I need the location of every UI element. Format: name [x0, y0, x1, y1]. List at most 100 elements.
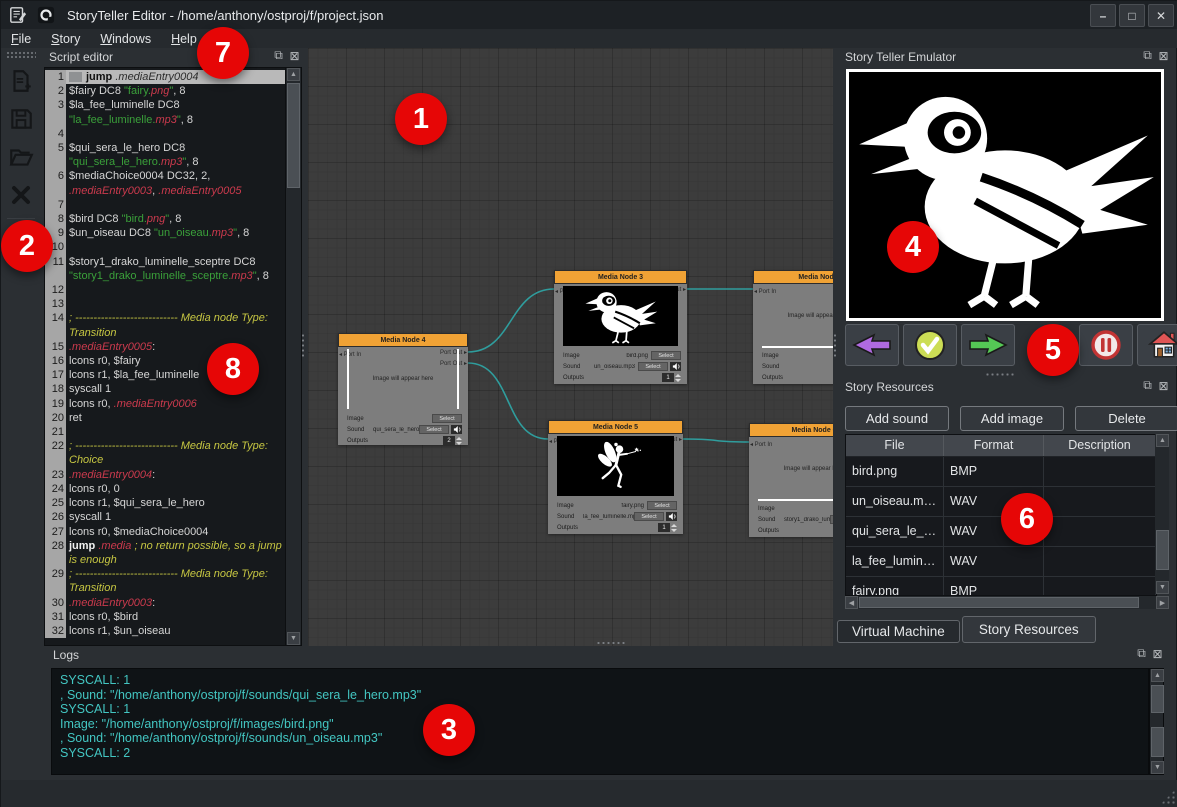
scroll-up-icon[interactable]: ▲	[1156, 434, 1169, 447]
close-panel-icon[interactable]: ⊠	[1158, 49, 1171, 62]
code-line[interactable]: 11$story1_drako_luminelle_sceptre DC8 "s…	[45, 255, 285, 283]
maximize-button[interactable]: □	[1119, 4, 1145, 27]
code-line[interactable]: 30.mediaEntry0003:	[45, 596, 285, 610]
column-header[interactable]: Format	[944, 435, 1044, 456]
table-vertical-scrollbar[interactable]: ▲ ▼	[1155, 434, 1169, 594]
outputs-stepper[interactable]: 2	[443, 436, 462, 446]
media-node[interactable]: Media Node◂ Port InImage will appear her…	[753, 270, 833, 384]
close-panel-icon[interactable]: ⊠	[1158, 379, 1171, 392]
code-line[interactable]: 20ret	[45, 411, 285, 425]
code-line[interactable]: 13	[45, 297, 285, 311]
float-panel-icon[interactable]: ⧉	[1136, 647, 1149, 660]
outputs-stepper[interactable]: 1	[662, 373, 681, 383]
scroll-up-icon[interactable]: ▲	[1151, 669, 1164, 682]
stepper-down-icon[interactable]	[671, 529, 677, 532]
menu-windows[interactable]: Windows	[90, 31, 161, 47]
code-line[interactable]: 26syscall 1	[45, 510, 285, 524]
code-line[interactable]: 23.mediaEntry0004:	[45, 468, 285, 482]
toolbar-drag-handle[interactable]	[6, 51, 36, 58]
scrollbar-thumb[interactable]	[1151, 685, 1164, 713]
float-panel-icon[interactable]: ⧉	[1142, 379, 1155, 392]
back-button[interactable]	[845, 324, 899, 366]
code-editor[interactable]: 1jump .mediaEntry00042$fairy DC8 "fairy.…	[44, 67, 302, 646]
scrollbar-thumb[interactable]	[859, 597, 1139, 608]
code-line[interactable]: 10	[45, 240, 285, 254]
speaker-icon[interactable]	[451, 425, 462, 434]
scroll-down-icon[interactable]: ▼	[1151, 761, 1164, 774]
next-button[interactable]	[961, 324, 1015, 366]
stepper-down-icon[interactable]	[456, 442, 462, 445]
close-project-button[interactable]	[6, 180, 36, 210]
add-image-button[interactable]: Add image	[960, 406, 1064, 431]
column-header[interactable]: File	[846, 435, 944, 456]
code-line[interactable]: 22; ---------------------------- Media n…	[45, 439, 285, 467]
code-line[interactable]: 12	[45, 283, 285, 297]
select-button[interactable]: Select	[651, 351, 681, 360]
stepper-arrows[interactable]	[671, 523, 677, 533]
splitter-dots[interactable]	[833, 333, 837, 359]
float-panel-icon[interactable]: ⧉	[1142, 49, 1155, 62]
code-line[interactable]: 1jump .mediaEntry0004	[45, 70, 285, 84]
save-button[interactable]	[6, 104, 36, 134]
pause-button[interactable]	[1079, 324, 1133, 366]
stepper-up-icon[interactable]	[671, 524, 677, 527]
code-line[interactable]: 29; ---------------------------- Media n…	[45, 567, 285, 595]
select-button[interactable]: Select	[432, 414, 462, 423]
stepper-arrows[interactable]	[456, 436, 462, 446]
code-line[interactable]: 9$un_oiseau DC8 "un_oiseau.mp3", 8	[45, 226, 285, 240]
scrollbar-thumb[interactable]	[1151, 727, 1164, 757]
float-panel-icon[interactable]: ⧉	[273, 49, 286, 62]
stepper-up-icon[interactable]	[675, 374, 681, 377]
scroll-right-icon[interactable]: ▶	[1156, 596, 1169, 609]
menu-file[interactable]: File	[1, 31, 41, 47]
code-line[interactable]: 4	[45, 127, 285, 141]
minimize-button[interactable]: –	[1090, 4, 1116, 27]
close-button[interactable]: ✕	[1148, 4, 1174, 27]
scroll-left-icon[interactable]: ◀	[845, 596, 858, 609]
open-button[interactable]	[6, 142, 36, 172]
splitter-dots[interactable]	[985, 372, 1015, 377]
code-line[interactable]: 19lcons r0, .mediaEntry0006	[45, 397, 285, 411]
scrollbar-thumb[interactable]	[287, 83, 300, 188]
stepper-arrows[interactable]	[675, 373, 681, 383]
media-node[interactable]: Media Node 5◂ Port InPort Out ▸Imagefair…	[548, 420, 683, 534]
tab-virtual-machine[interactable]: Virtual Machine	[837, 620, 960, 643]
delete-button[interactable]: Delete	[1075, 406, 1177, 431]
speaker-icon[interactable]	[666, 512, 677, 521]
resize-grip[interactable]	[1161, 790, 1175, 804]
close-panel-icon[interactable]: ⊠	[289, 49, 302, 62]
code-line[interactable]: 8$bird DC8 "bird.png", 8	[45, 212, 285, 226]
select-button[interactable]: Select	[638, 362, 668, 371]
code-line[interactable]: 21	[45, 425, 285, 439]
media-node[interactable]: Media Node 4◂ Port InPort Out ▸Port Out …	[338, 333, 468, 445]
code-line[interactable]: 6$mediaChoice0004 DC32, 2, .mediaEntry00…	[45, 169, 285, 197]
table-horizontal-scrollbar[interactable]: ◀ ▶	[845, 596, 1169, 609]
code-line[interactable]: 14; ---------------------------- Media n…	[45, 311, 285, 339]
table-row[interactable]: fairy.pngBMP	[846, 577, 1156, 596]
close-panel-icon[interactable]: ⊠	[1152, 647, 1165, 660]
code-line[interactable]: 32lcons r1, $un_oiseau	[45, 624, 285, 638]
scroll-down-icon[interactable]: ▼	[1156, 581, 1169, 594]
select-button[interactable]: Select	[647, 501, 677, 510]
logs-scrollbar[interactable]: ▲ ▼	[1149, 668, 1164, 775]
code-line[interactable]: 2$fairy DC8 "fairy.png", 8	[45, 84, 285, 98]
editor-scrollbar[interactable]: ▲ ▼	[285, 68, 301, 645]
add-sound-button[interactable]: Add sound	[845, 406, 949, 431]
code-line[interactable]: 28jump .media ; no return possible, so a…	[45, 539, 285, 567]
code-line[interactable]: 7	[45, 198, 285, 212]
code-line[interactable]: 5$qui_sera_le_hero DC8 "qui_sera_le_hero…	[45, 141, 285, 169]
menu-story[interactable]: Story	[41, 31, 90, 47]
stepper-up-icon[interactable]	[456, 437, 462, 440]
scroll-up-icon[interactable]: ▲	[287, 68, 300, 81]
select-button[interactable]: Select	[419, 425, 449, 434]
code-line[interactable]: 25lcons r1, $qui_sera_le_hero	[45, 496, 285, 510]
select-button[interactable]: Select	[830, 515, 833, 524]
outputs-stepper[interactable]: 1	[658, 523, 677, 533]
ok-button[interactable]	[903, 324, 957, 366]
table-row[interactable]: bird.pngBMP	[846, 457, 1156, 487]
scrollbar-thumb[interactable]	[1156, 530, 1169, 570]
media-node[interactable]: Media Node 6◂ Port InImage will appear h…	[749, 423, 833, 537]
code-line[interactable]: 3$la_fee_luminelle DC8 "la_fee_luminelle…	[45, 98, 285, 126]
media-node[interactable]: Media Node 3◂ Port InPort Out ▸Imagebird…	[554, 270, 687, 384]
splitter-dots[interactable]	[596, 641, 626, 645]
